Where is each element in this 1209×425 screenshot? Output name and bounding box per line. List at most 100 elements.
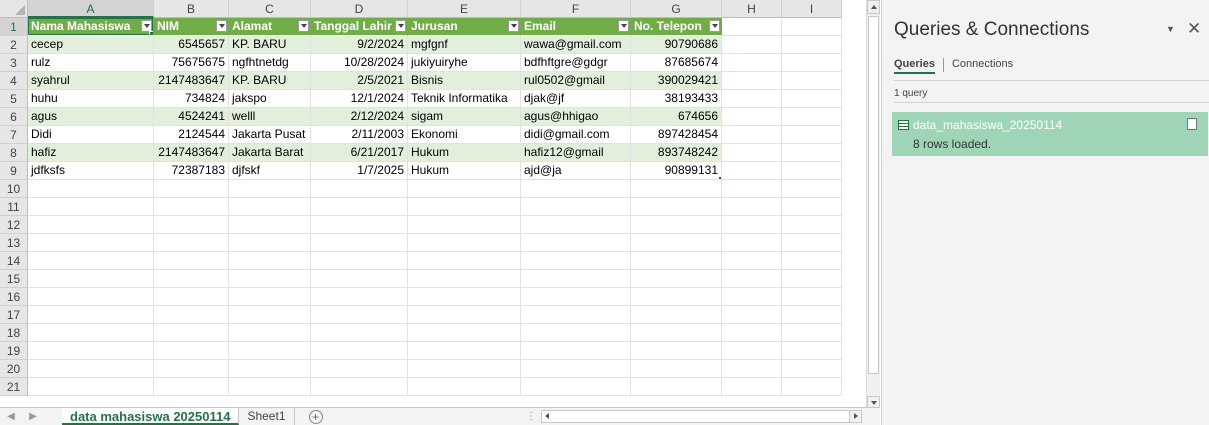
- empty-cell[interactable]: [782, 126, 842, 144]
- query-item[interactable]: data_mahasiswa_20250114 8 rows loaded.: [892, 112, 1208, 156]
- empty-cell[interactable]: [782, 162, 842, 180]
- table-cell[interactable]: djfskf: [229, 162, 311, 180]
- table-cell[interactable]: 2/12/2024: [311, 108, 408, 126]
- table-cell[interactable]: 4524241: [154, 108, 229, 126]
- empty-cell[interactable]: [229, 252, 311, 270]
- table-header-cell[interactable]: Tanggal Lahir: [311, 18, 408, 36]
- empty-cell[interactable]: [631, 360, 722, 378]
- table-header-cell[interactable]: No. Telepon: [631, 18, 722, 36]
- empty-cell[interactable]: [722, 270, 782, 288]
- row-header[interactable]: 3: [0, 54, 28, 72]
- empty-cell[interactable]: [408, 270, 521, 288]
- empty-cell[interactable]: [722, 108, 782, 126]
- table-cell[interactable]: Jakarta Pusat: [229, 126, 311, 144]
- empty-cell[interactable]: [311, 180, 408, 198]
- table-cell[interactable]: agus: [28, 108, 154, 126]
- empty-cell[interactable]: [154, 252, 229, 270]
- table-cell[interactable]: hafiz: [28, 144, 154, 162]
- table-cell[interactable]: 2147483647: [154, 144, 229, 162]
- table-cell[interactable]: Jakarta Barat: [229, 144, 311, 162]
- empty-cell[interactable]: [311, 270, 408, 288]
- empty-cell[interactable]: [154, 198, 229, 216]
- empty-cell[interactable]: [521, 270, 631, 288]
- empty-cell[interactable]: [154, 324, 229, 342]
- empty-cell[interactable]: [28, 288, 154, 306]
- empty-cell[interactable]: [631, 324, 722, 342]
- empty-cell[interactable]: [521, 306, 631, 324]
- empty-cell[interactable]: [408, 342, 521, 360]
- table-cell[interactable]: 6545657: [154, 36, 229, 54]
- filter-dropdown-icon[interactable]: [298, 20, 309, 32]
- empty-cell[interactable]: [229, 288, 311, 306]
- column-header[interactable]: F: [521, 0, 631, 18]
- column-header[interactable]: D: [311, 0, 408, 18]
- empty-cell[interactable]: [311, 252, 408, 270]
- table-cell[interactable]: bdfhftgre@gdgr: [521, 54, 631, 72]
- row-header[interactable]: 19: [0, 342, 28, 360]
- next-sheet-arrow[interactable]: ▶: [22, 411, 44, 422]
- empty-cell[interactable]: [229, 378, 311, 396]
- empty-cell[interactable]: [28, 198, 154, 216]
- table-cell[interactable]: 72387183: [154, 162, 229, 180]
- empty-cell[interactable]: [782, 288, 842, 306]
- empty-cell[interactable]: [722, 252, 782, 270]
- table-cell[interactable]: rulz: [28, 54, 154, 72]
- empty-cell[interactable]: [722, 198, 782, 216]
- column-header[interactable]: B: [154, 0, 229, 18]
- table-cell[interactable]: 2124544: [154, 126, 229, 144]
- table-cell[interactable]: Bisnis: [408, 72, 521, 90]
- table-cell[interactable]: 2/5/2021: [311, 72, 408, 90]
- row-header[interactable]: 8: [0, 144, 28, 162]
- empty-cell[interactable]: [631, 180, 722, 198]
- row-header[interactable]: 6: [0, 108, 28, 126]
- row-header[interactable]: 12: [0, 216, 28, 234]
- empty-cell[interactable]: [311, 306, 408, 324]
- table-cell[interactable]: hafiz12@gmail: [521, 144, 631, 162]
- row-header[interactable]: 18: [0, 324, 28, 342]
- row-header[interactable]: 2: [0, 36, 28, 54]
- row-header[interactable]: 14: [0, 252, 28, 270]
- table-cell[interactable]: cecep: [28, 36, 154, 54]
- empty-cell[interactable]: [782, 270, 842, 288]
- table-cell[interactable]: 9/2/2024: [311, 36, 408, 54]
- column-header[interactable]: E: [408, 0, 521, 18]
- filter-dropdown-icon[interactable]: [618, 20, 629, 32]
- empty-cell[interactable]: [782, 360, 842, 378]
- table-cell[interactable]: agus@hhigao: [521, 108, 631, 126]
- empty-cell[interactable]: [782, 90, 842, 108]
- column-header[interactable]: A: [28, 0, 154, 18]
- row-header[interactable]: 10: [0, 180, 28, 198]
- empty-cell[interactable]: [631, 216, 722, 234]
- row-header[interactable]: 20: [0, 360, 28, 378]
- table-cell[interactable]: syahrul: [28, 72, 154, 90]
- empty-cell[interactable]: [28, 360, 154, 378]
- empty-cell[interactable]: [154, 378, 229, 396]
- empty-cell[interactable]: [722, 234, 782, 252]
- add-sheet-button[interactable]: +: [308, 409, 323, 424]
- table-header-cell[interactable]: Email: [521, 18, 631, 36]
- table-cell[interactable]: 2/11/2003: [311, 126, 408, 144]
- table-cell[interactable]: Ekonomi: [408, 126, 521, 144]
- row-header[interactable]: 16: [0, 288, 28, 306]
- empty-cell[interactable]: [722, 54, 782, 72]
- table-cell[interactable]: 90790686: [631, 36, 722, 54]
- empty-cell[interactable]: [229, 180, 311, 198]
- empty-cell[interactable]: [782, 36, 842, 54]
- table-cell[interactable]: 6/21/2017: [311, 144, 408, 162]
- empty-cell[interactable]: [154, 270, 229, 288]
- row-header[interactable]: 13: [0, 234, 28, 252]
- empty-cell[interactable]: [722, 306, 782, 324]
- empty-cell[interactable]: [722, 378, 782, 396]
- empty-cell[interactable]: [782, 180, 842, 198]
- filter-dropdown-icon[interactable]: [508, 20, 519, 32]
- table-cell[interactable]: 38193433: [631, 90, 722, 108]
- table-cell[interactable]: jakspo: [229, 90, 311, 108]
- table-cell[interactable]: KP. BARU: [229, 36, 311, 54]
- empty-cell[interactable]: [631, 342, 722, 360]
- empty-cell[interactable]: [722, 324, 782, 342]
- row-header[interactable]: 17: [0, 306, 28, 324]
- table-cell[interactable]: ajd@ja: [521, 162, 631, 180]
- empty-cell[interactable]: [154, 288, 229, 306]
- empty-cell[interactable]: [521, 324, 631, 342]
- table-cell[interactable]: rul0502@gmail: [521, 72, 631, 90]
